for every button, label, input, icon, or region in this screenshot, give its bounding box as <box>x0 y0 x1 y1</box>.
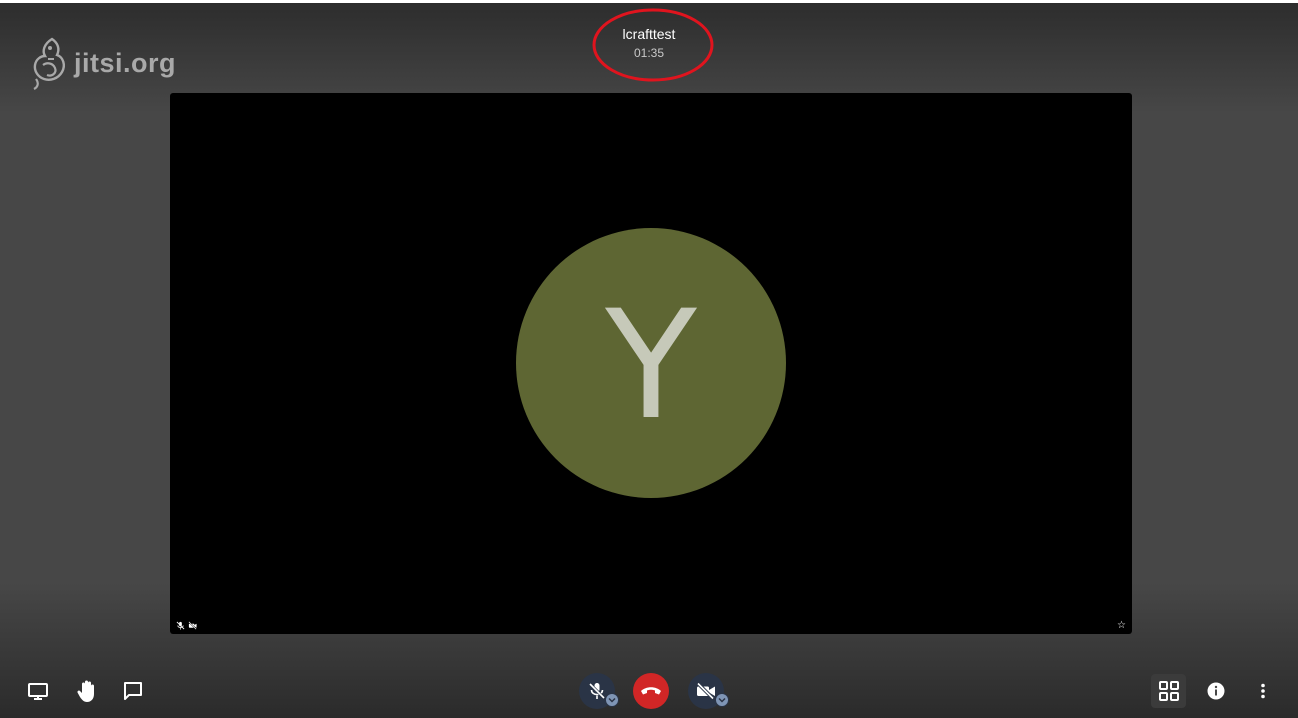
phone-hangup-icon <box>641 687 661 695</box>
large-video-tile[interactable]: Y ☆ <box>170 93 1132 634</box>
camera-off-icon <box>696 682 715 700</box>
participant-avatar: Y <box>516 228 786 498</box>
info-button[interactable] <box>1206 681 1226 701</box>
meeting-timer: 01:35 <box>633 46 665 60</box>
share-screen-button[interactable] <box>26 680 50 702</box>
camera-off-indicator-icon <box>188 621 197 630</box>
star-icon[interactable]: ☆ <box>1117 620 1126 631</box>
mic-muted-indicator-icon <box>176 621 185 630</box>
raise-hand-button[interactable] <box>75 678 99 704</box>
conference-screen: jitsi.org lcrafttest 01:35 Y ☆ <box>0 0 1298 718</box>
chevron-down-icon <box>718 697 726 703</box>
avatar-initial: Y <box>605 279 697 453</box>
chat-icon <box>124 682 142 700</box>
hand-icon <box>77 680 94 702</box>
camera-options-button[interactable] <box>715 693 729 707</box>
meeting-name: lcrafttest <box>622 26 676 42</box>
hangup-button[interactable] <box>633 673 669 709</box>
meeting-header: lcrafttest 01:35 <box>0 25 1298 62</box>
tile-view-button[interactable] <box>1151 674 1186 708</box>
info-icon <box>1207 682 1225 700</box>
monitor-icon <box>28 683 48 700</box>
more-vertical-icon <box>1261 683 1265 699</box>
microphone-options-button[interactable] <box>605 693 619 707</box>
grid-icon <box>1158 681 1179 701</box>
tile-status-indicators <box>176 621 197 630</box>
more-actions-button[interactable] <box>1256 681 1270 701</box>
chevron-down-icon <box>608 697 616 703</box>
mic-off-icon <box>588 682 606 700</box>
chat-button[interactable] <box>122 680 144 702</box>
